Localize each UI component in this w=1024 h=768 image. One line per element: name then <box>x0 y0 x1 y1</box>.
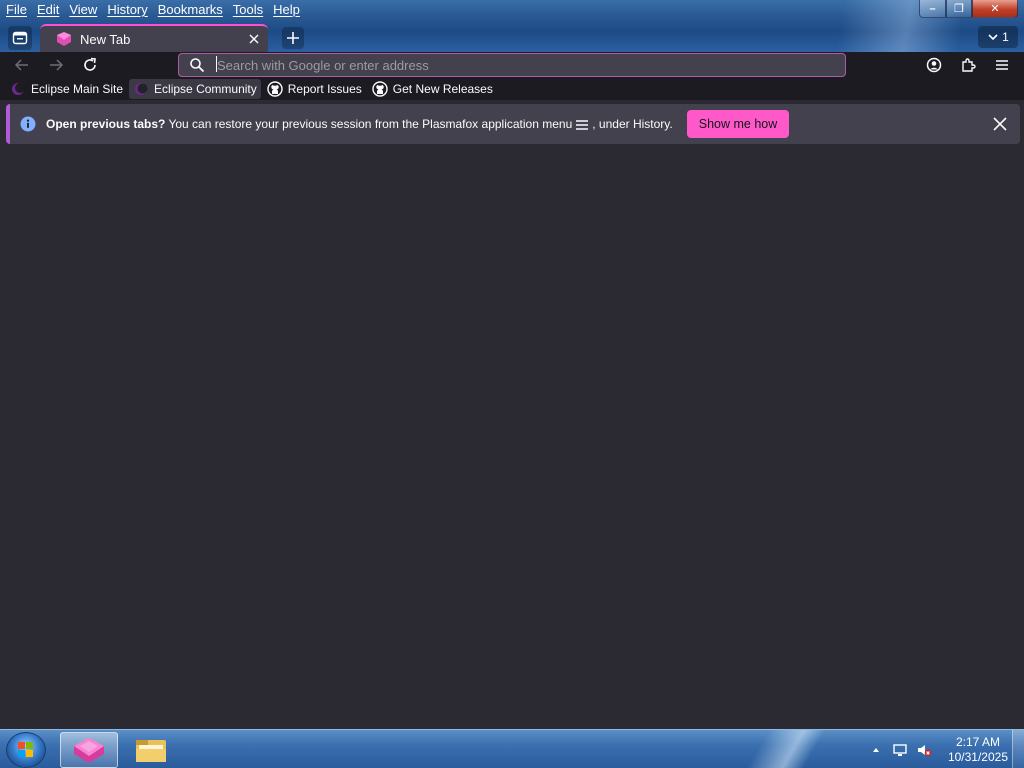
taskbar-plasmafox-button[interactable] <box>60 732 118 768</box>
show-desktop-button[interactable] <box>1012 730 1024 768</box>
menu-history[interactable]: History <box>102 0 152 20</box>
minimize-icon: – <box>929 2 936 15</box>
forward-button[interactable] <box>45 54 67 76</box>
text-caret <box>216 56 217 72</box>
restore-session-notification: Open previous tabs? You can restore your… <box>6 104 1020 144</box>
bookmark-eclipse-community[interactable]: Eclipse Community <box>129 79 261 99</box>
page-content <box>0 148 1024 729</box>
forward-arrow-icon <box>50 59 64 71</box>
clock-date: 10/31/2025 <box>947 749 1008 764</box>
firefox-view-button[interactable] <box>8 26 32 50</box>
search-icon <box>190 58 205 73</box>
github-icon <box>372 81 388 97</box>
reload-button[interactable] <box>79 54 101 76</box>
restore-icon: ❐ <box>954 3 964 15</box>
taskbar-explorer-button[interactable] <box>122 732 180 768</box>
bookmark-label: Get New Releases <box>392 82 493 96</box>
hamburger-menu-icon <box>996 60 1008 70</box>
minimize-button[interactable]: – <box>919 0 946 18</box>
clock[interactable]: 2:17 AM 10/31/2025 <box>948 735 1008 765</box>
account-icon <box>926 57 942 73</box>
new-tab-button[interactable] <box>282 27 304 49</box>
bookmark-get-new-releases[interactable]: Get New Releases <box>368 79 497 99</box>
taskbar: 2:17 AM 10/31/2025 <box>0 729 1024 768</box>
windows-logo-icon <box>18 742 33 757</box>
url-input[interactable] <box>217 55 845 75</box>
hamburger-menu-icon <box>576 120 589 130</box>
folder-icon <box>136 740 166 762</box>
bookmark-label: Eclipse Community <box>154 82 257 96</box>
clock-time: 2:17 AM <box>955 734 1000 749</box>
bookmark-report-issues[interactable]: Report Issues <box>263 79 366 99</box>
tab-count: 1 <box>1002 30 1009 44</box>
start-button[interactable] <box>6 732 46 768</box>
eclipse-icon <box>10 81 26 97</box>
tab-close-icon[interactable] <box>248 33 260 45</box>
back-arrow-icon <box>14 59 28 71</box>
menu-view[interactable]: View <box>64 0 102 20</box>
chevron-down-icon <box>988 34 998 41</box>
github-icon <box>267 81 283 97</box>
window-controls: – ❐ ✕ <box>919 0 1018 18</box>
plasmafox-icon <box>74 738 104 763</box>
system-tray: 2:17 AM 10/31/2025 <box>864 730 1008 768</box>
notification-title: Open previous tabs? <box>46 117 166 131</box>
title-bar: File Edit View History Bookmarks Tools H… <box>0 0 1024 52</box>
tab-strip: New Tab 1 <box>0 24 1024 52</box>
show-me-how-button[interactable]: Show me how <box>686 110 790 138</box>
app-menu-button[interactable] <box>991 54 1013 76</box>
close-window-button[interactable]: ✕ <box>972 0 1018 18</box>
notification-message: Open previous tabs? You can restore your… <box>46 117 673 131</box>
notification-text-end: , under History. <box>592 117 673 131</box>
reload-icon <box>84 57 96 71</box>
menu-file[interactable]: File <box>0 0 32 20</box>
info-icon <box>20 116 36 132</box>
plasmafox-icon <box>57 32 71 46</box>
chevron-up-icon <box>872 747 879 752</box>
address-bar[interactable] <box>178 53 846 77</box>
bookmarks-toolbar: Eclipse Main Site Eclipse Community Repo… <box>0 78 1024 100</box>
tab-new-tab[interactable]: New Tab <box>40 24 268 52</box>
menu-bookmarks[interactable]: Bookmarks <box>153 0 228 20</box>
menu-edit[interactable]: Edit <box>32 0 64 20</box>
eclipse-icon <box>133 81 149 97</box>
list-all-tabs-button[interactable]: 1 <box>978 26 1018 48</box>
menu-bar: File Edit View History Bookmarks Tools H… <box>0 0 305 20</box>
extensions-button[interactable] <box>957 54 979 76</box>
menu-help[interactable]: Help <box>268 0 305 20</box>
close-icon[interactable] <box>992 116 1008 132</box>
close-icon: ✕ <box>990 3 1000 15</box>
firefox-view-icon <box>12 31 28 45</box>
back-button[interactable] <box>11 54 33 76</box>
restore-button[interactable]: ❐ <box>946 0 972 18</box>
plus-icon <box>287 32 299 44</box>
puzzle-icon <box>962 58 976 72</box>
menu-tools[interactable]: Tools <box>228 0 268 20</box>
bookmark-eclipse-main-site[interactable]: Eclipse Main Site <box>6 79 127 99</box>
account-button[interactable] <box>923 54 945 76</box>
network-icon[interactable] <box>892 742 908 758</box>
notification-text: You can restore your previous session fr… <box>165 117 573 131</box>
bookmark-label: Report Issues <box>287 82 362 96</box>
bookmark-label: Eclipse Main Site <box>31 82 124 96</box>
nav-bar <box>0 52 1024 78</box>
show-hidden-icons-button[interactable] <box>868 742 884 758</box>
tab-title: New Tab <box>80 31 131 47</box>
volume-muted-icon[interactable] <box>916 742 932 758</box>
